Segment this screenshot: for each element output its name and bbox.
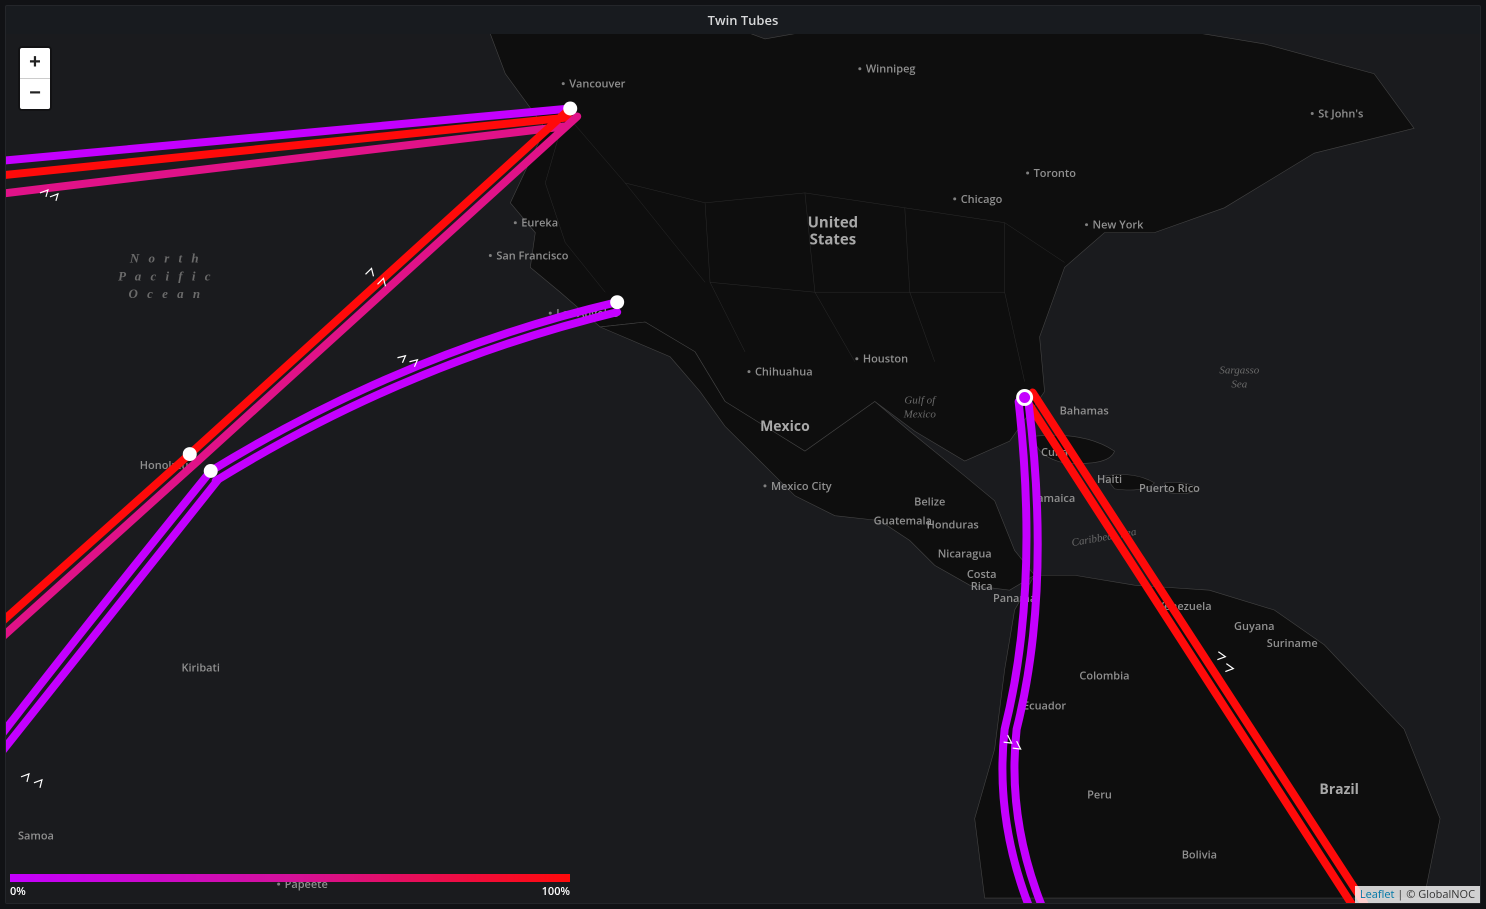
- node-honolulu2[interactable]: [204, 464, 218, 478]
- legend-gradient-bar: [10, 874, 570, 882]
- zoom-control: + −: [18, 46, 52, 111]
- node-miami[interactable]: [1018, 391, 1032, 405]
- tube-miami-se-b[interactable]: [1033, 393, 1365, 903]
- map-attribution: Leaflet | © GlobalNOC: [1355, 886, 1480, 903]
- legend-max: 100%: [542, 884, 570, 899]
- tube-honolulu-ssw-a[interactable]: [6, 471, 211, 781]
- color-legend: 0% 100%: [10, 874, 570, 899]
- tube-miami-se-a[interactable]: [1025, 397, 1355, 903]
- node-honolulu[interactable]: [183, 447, 197, 461]
- tube-seattle-honolulu-b[interactable]: [198, 116, 577, 461]
- node-la[interactable]: [610, 295, 624, 309]
- legend-min: 0%: [10, 884, 26, 899]
- flow-layer: [6, 34, 1480, 903]
- panel-title: Twin Tubes: [6, 6, 1480, 34]
- tube-seattle-pacific-b[interactable]: [6, 117, 568, 179]
- attribution-leaflet-link[interactable]: Leaflet: [1360, 887, 1395, 902]
- direction-markers: [21, 190, 1233, 788]
- map-panel: Twin Tubes + − N o r t h P a c i f i c O…: [5, 5, 1481, 904]
- tube-honolulu-sw-b[interactable]: [6, 461, 198, 670]
- zoom-out-button[interactable]: −: [20, 78, 50, 109]
- node-seattle[interactable]: [563, 102, 577, 116]
- tube-la-honolulu-b[interactable]: [216, 312, 617, 481]
- zoom-in-button[interactable]: +: [20, 48, 50, 78]
- map-viewport[interactable]: + − N o r t h P a c i f i c O c e a n Gu…: [6, 34, 1480, 903]
